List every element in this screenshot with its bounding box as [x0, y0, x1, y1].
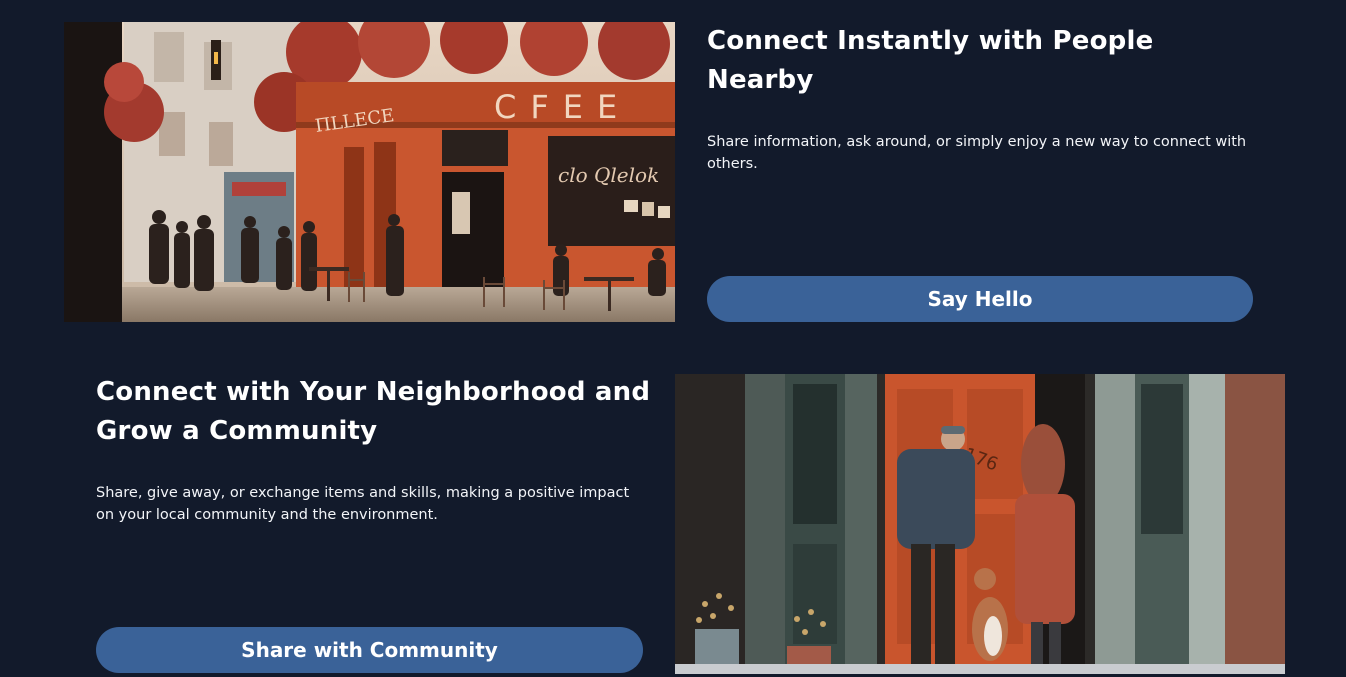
share-with-community-button[interactable]: Share with Community [96, 627, 643, 673]
say-hello-button[interactable]: Say Hello [707, 276, 1253, 322]
section-1-title: Connect Instantly with People Nearby [707, 26, 1154, 95]
cafe-street-image: CFEE ПLLECE clo Qlelok [64, 22, 675, 322]
section-2-text: Connect with Your Neighborhood and Grow … [96, 373, 656, 526]
section-2-title: Connect with Your Neighborhood and Grow … [96, 377, 651, 446]
section-1-description: Share information, ask around, or simply… [707, 134, 1247, 172]
cafe-sign-text: CFEE [494, 88, 631, 126]
neighbor-door-image: 176 [675, 374, 1285, 674]
section-2-description: Share, give away, or exchange items and … [96, 485, 630, 523]
section-1-text: Connect Instantly with People Nearby Sha… [707, 22, 1267, 175]
svg-text:clo Qlelok: clo Qlelok [558, 163, 659, 187]
page: CFEE ПLLECE clo Qlelok Connect Instantly… [0, 0, 1346, 677]
